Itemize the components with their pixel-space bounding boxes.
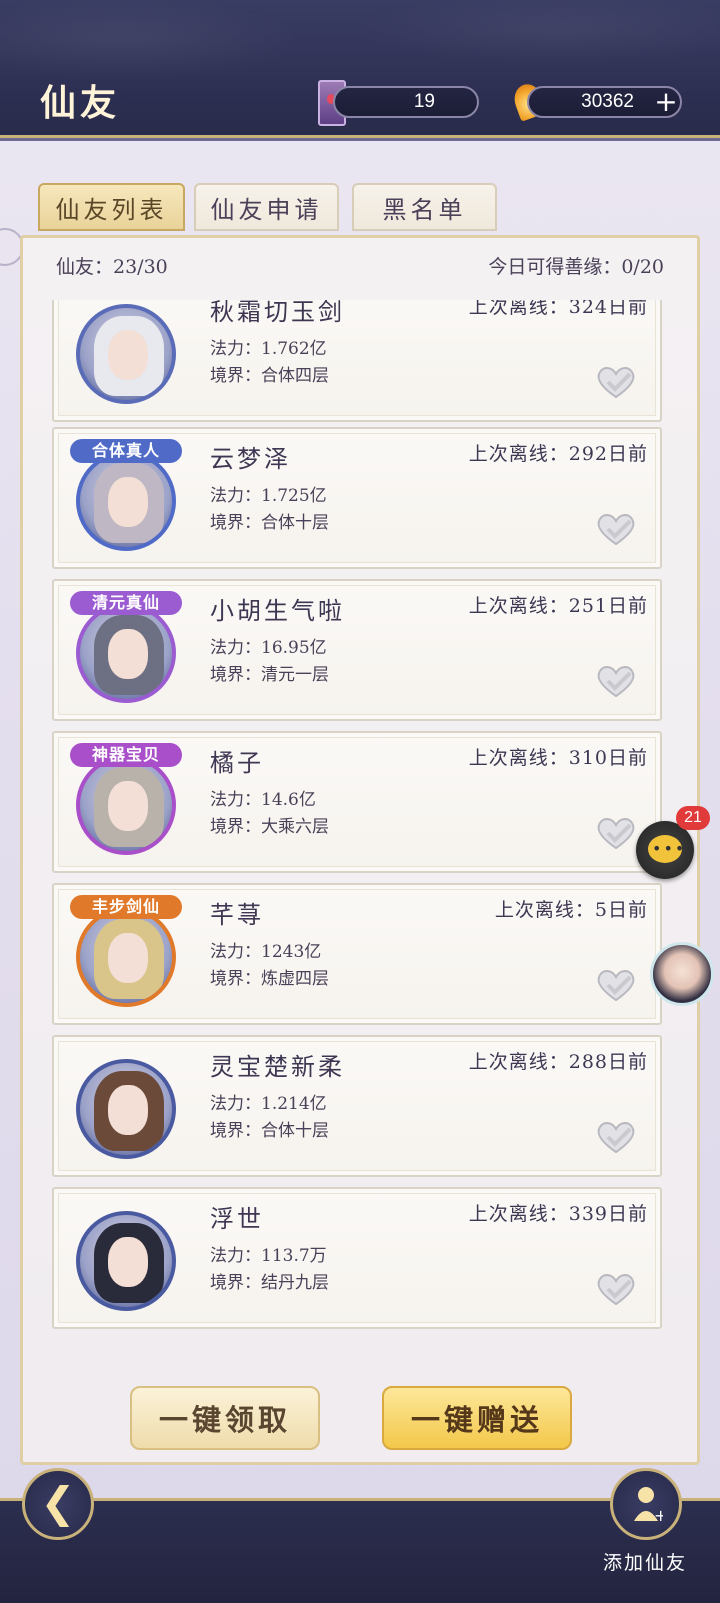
friend-power: 法力：1.214亿 — [210, 1094, 327, 1114]
avatar-face — [108, 933, 148, 983]
friend-power: 法力：113.7万 — [210, 1246, 327, 1266]
friend-avatar[interactable] — [76, 451, 176, 551]
avatar-face — [108, 1237, 148, 1287]
friend-avatar[interactable] — [76, 603, 176, 703]
last-online: 上次离线：310日前 — [468, 747, 648, 769]
friend-card[interactable]: 神器宝贝 橘子法力：14.6亿 境界：大乘六层 上次离线：310日前 — [52, 731, 662, 873]
last-online: 上次离线：251日前 — [468, 595, 648, 617]
title-badge: 神器宝贝 — [70, 743, 182, 767]
resource-lamp-value: 19 — [413, 91, 435, 112]
chat-unread-badge: 21 — [676, 806, 710, 830]
friend-card[interactable]: 合体真人 云梦泽法力：1.725亿 境界：合体十层 上次离线：292日前 — [52, 427, 662, 569]
avatar-face — [108, 629, 148, 679]
friend-list[interactable]: 秋霜切玉剑 法力：1.762亿 境界：合体四层 上次离线：324日前 合体真人 云梦泽 法力… — [52, 300, 674, 1350]
friend-name: 浮世 — [210, 1205, 264, 1233]
last-online: 上次离线：5日前 — [494, 899, 648, 921]
last-online: 上次离线：339日前 — [468, 1203, 648, 1225]
friend-avatar[interactable] — [76, 1211, 176, 1311]
avatar-face — [108, 1085, 148, 1135]
friend-realm: 境界：合体四层 — [210, 366, 329, 386]
daily-goodwill: 今日可得善缘：0/20 — [488, 256, 664, 278]
tab-friend-requests[interactable]: 仙友申请 — [194, 183, 339, 231]
resource-coin-value: 30362 — [581, 91, 634, 112]
last-online: 上次离线：288日前 — [468, 1051, 648, 1073]
tab-blacklist[interactable]: 黑名单 — [352, 183, 497, 231]
send-all-button[interactable]: 一键赠送 — [382, 1386, 572, 1450]
avatar-face — [108, 477, 148, 527]
friend-avatar[interactable] — [76, 1059, 176, 1159]
resource-lamp-counter: 19 — [333, 86, 479, 118]
friend-name: 灵宝楚新柔 — [210, 1053, 345, 1081]
send-goodwill-heart-icon[interactable] — [594, 663, 638, 699]
avatar-face — [108, 330, 148, 380]
friend-power: 法力：1.762亿 — [210, 339, 327, 359]
send-goodwill-heart-icon[interactable] — [594, 815, 638, 851]
friend-count: 仙友：23/30 — [56, 256, 168, 278]
friend-realm: 境界：大乘六层 — [210, 817, 329, 837]
friend-power: 法力：14.6亿 — [210, 790, 316, 810]
friend-realm: 境界：清元一层 — [210, 665, 329, 685]
friend-avatar[interactable] — [76, 304, 176, 404]
friend-name: 橘子 — [210, 749, 264, 777]
claim-all-button[interactable]: 一键领取 — [130, 1386, 320, 1450]
friend-name: 云梦泽 — [210, 445, 291, 473]
chat-dots-icon: ••• — [652, 839, 687, 858]
send-goodwill-heart-icon[interactable] — [594, 1271, 638, 1307]
friend-card[interactable]: 浮世法力：113.7万 境界：结丹九层 上次离线：339日前 — [52, 1187, 662, 1329]
friend-power: 法力：16.95亿 — [210, 638, 327, 658]
last-online: 上次离线：292日前 — [468, 443, 648, 465]
friend-realm: 境界：结丹九层 — [210, 1273, 329, 1293]
last-online: 上次离线：324日前 — [468, 300, 648, 318]
friend-card[interactable]: 清元真仙 小胡生气啦法力：16.95亿 境界：清元一层 上次离线：251日前 — [52, 579, 662, 721]
back-arrow-icon: ❮ — [40, 1478, 76, 1527]
add-friend-button[interactable]: + — [610, 1468, 682, 1540]
send-goodwill-heart-icon[interactable] — [594, 364, 638, 400]
friend-name: 小胡生气啦 — [210, 597, 345, 625]
friend-name: 秋霜切玉剑 — [210, 300, 345, 326]
friend-realm: 境界：合体十层 — [210, 513, 329, 533]
friend-card[interactable]: 灵宝楚新柔法力：1.214亿 境界：合体十层 上次离线：288日前 — [52, 1035, 662, 1177]
add-person-icon: + — [634, 1487, 663, 1523]
send-goodwill-heart-icon[interactable] — [594, 1119, 638, 1155]
title-badge: 合体真人 — [70, 439, 182, 463]
friend-realm: 境界：合体十层 — [210, 1121, 329, 1141]
title-badge: 清元真仙 — [70, 591, 182, 615]
tab-friend-list[interactable]: 仙友列表 — [38, 183, 185, 231]
send-goodwill-heart-icon[interactable] — [594, 967, 638, 1003]
add-currency-button[interactable]: + — [652, 88, 680, 117]
friend-card[interactable]: 秋霜切玉剑法力：1.762亿 境界：合体四层 上次离线：324日前 — [52, 300, 662, 422]
friend-name: 芊荨 — [210, 901, 264, 929]
friend-avatar[interactable] — [76, 907, 176, 1007]
add-friend-label: 添加仙友 — [603, 1552, 688, 1574]
svg-text:+: + — [654, 1506, 663, 1523]
friend-power: 法力：1.725亿 — [210, 486, 327, 506]
friend-avatar[interactable] — [76, 755, 176, 855]
friend-realm: 境界：炼虚四层 — [210, 969, 329, 989]
title-badge: 丰步剑仙 — [70, 895, 182, 919]
back-button[interactable]: ❮ — [22, 1468, 94, 1540]
friend-power: 法力：1243亿 — [210, 942, 322, 962]
page-title: 仙友 — [40, 82, 121, 124]
send-goodwill-heart-icon[interactable] — [594, 511, 638, 547]
avatar-face — [108, 781, 148, 831]
friend-card[interactable]: 丰步剑仙 芊荨法力：1243亿 境界：炼虚四层 上次离线：5日前 — [52, 883, 662, 1025]
side-character-avatar[interactable] — [650, 942, 714, 1006]
